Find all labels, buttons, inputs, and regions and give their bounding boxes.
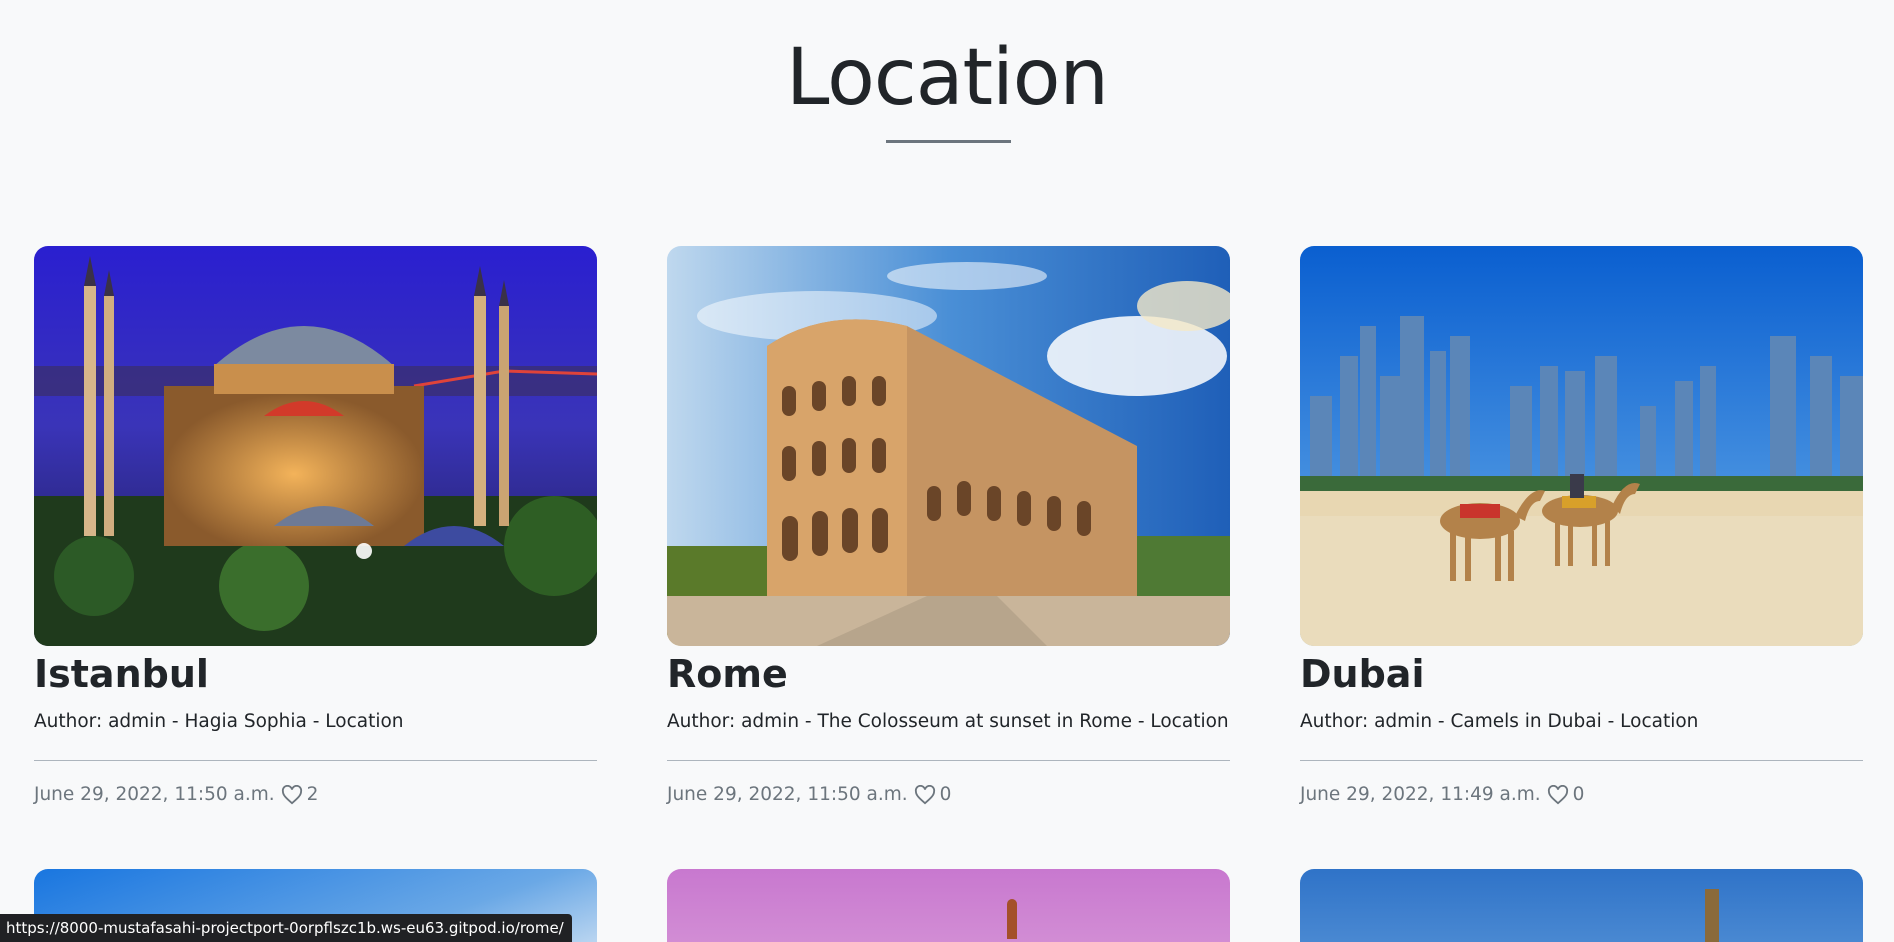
card-title[interactable]: Istanbul [34, 650, 597, 698]
card-title[interactable]: Rome [667, 650, 1230, 698]
card-footer: June 29, 2022, 11:49 a.m. 0 [1300, 782, 1863, 808]
card-image-next-3[interactable] [1300, 869, 1863, 942]
page-title: Location [786, 33, 1109, 123]
card-divider [667, 760, 1230, 761]
card-title[interactable]: Dubai [1300, 650, 1863, 698]
card-description: Author: admin - The Colosseum at sunset … [667, 711, 1229, 732]
status-bar-url: https://8000-mustafasahi-projectport-0or… [0, 914, 572, 942]
card-footer: June 29, 2022, 11:50 a.m. 2 [34, 782, 597, 808]
card-date: June 29, 2022, 11:50 a.m. [34, 784, 275, 805]
location-card-dubai: Dubai Author: admin - Camels in Dubai - … [1300, 246, 1863, 808]
like-count: 2 [306, 784, 319, 805]
heart-icon[interactable] [914, 785, 936, 805]
card-footer: June 29, 2022, 11:50 a.m. 0 [667, 782, 1230, 808]
card-description: Author: admin - Hagia Sophia - Location [34, 711, 404, 732]
like-count: 0 [1572, 784, 1585, 805]
card-divider [34, 760, 597, 761]
card-date: June 29, 2022, 11:50 a.m. [667, 784, 908, 805]
card-image-rome[interactable] [667, 246, 1230, 646]
heart-icon[interactable] [1547, 785, 1569, 805]
heart-icon[interactable] [281, 785, 303, 805]
card-divider [1300, 760, 1863, 761]
card-image-next-2[interactable] [667, 869, 1230, 942]
card-date: June 29, 2022, 11:49 a.m. [1300, 784, 1541, 805]
location-card-rome: Rome Author: admin - The Colosseum at su… [667, 246, 1230, 808]
card-image-istanbul[interactable] [34, 246, 597, 646]
like-count: 0 [939, 784, 952, 805]
card-description: Author: admin - Camels in Dubai - Locati… [1300, 711, 1699, 732]
location-card-istanbul: Istanbul Author: admin - Hagia Sophia - … [34, 246, 597, 808]
title-divider [886, 140, 1011, 143]
card-image-dubai[interactable] [1300, 246, 1863, 646]
